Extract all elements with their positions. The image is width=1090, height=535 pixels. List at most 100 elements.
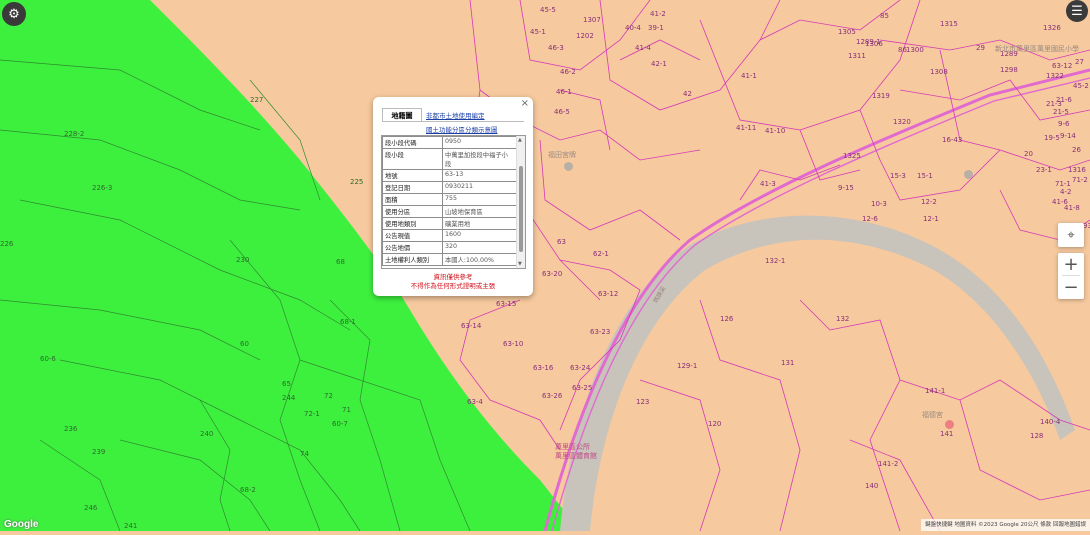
parcel-number-label: 63-16	[533, 364, 554, 372]
parcel-number-label: 1300	[906, 46, 924, 54]
parcel-number-label: 86	[898, 46, 907, 54]
info-value: 中萬里加投段中福子小段	[442, 148, 517, 170]
parcel-number-label: 68-2	[240, 486, 256, 494]
parcel-number-label: 9-15	[838, 184, 854, 192]
parcel-number-label: 12-1	[923, 215, 939, 223]
info-value: 0930211	[442, 181, 517, 194]
parcel-number-label: 45-1	[530, 28, 546, 36]
info-row: 公告現值 1600	[382, 229, 517, 242]
parcel-number-label: 1298	[1000, 66, 1018, 74]
parcel-number-label: 63-24	[570, 364, 591, 372]
parcel-number-label: 72-1	[304, 410, 320, 418]
parcel-number-label: 226-3	[92, 184, 113, 192]
place-label: 福德宮	[922, 411, 943, 419]
info-row: 段小段 中萬里加投段中福子小段	[382, 148, 517, 170]
zoom-in-button[interactable]: +	[1058, 253, 1084, 275]
parcel-number-label: 41-1	[741, 72, 757, 80]
parcel-info-popup: × 地籍圖 非都市土地使用編定 國土功能分區分類示意圖 段小段代碼 0950 段小段…	[373, 97, 533, 296]
close-icon[interactable]: ×	[521, 98, 529, 109]
map-canvas[interactable]	[0, 0, 1090, 532]
parcel-number-label: 230	[236, 256, 250, 264]
info-value: 礦業用地	[442, 217, 517, 230]
parcel-number-label: 244	[282, 394, 296, 402]
parcel-number-label: 21-6	[1056, 96, 1072, 104]
place-pin-icon	[964, 170, 973, 179]
parcel-number-label: 16-43	[942, 136, 963, 144]
info-row: 登記日期 0930211	[382, 181, 517, 194]
parcel-number-label: 1319	[872, 92, 890, 100]
parcel-number-label: 46-1	[556, 88, 572, 96]
zoom-out-button[interactable]: −	[1058, 276, 1084, 298]
parcel-number-label: 128	[1030, 432, 1044, 440]
parcel-number-label: 240	[200, 430, 214, 438]
parcel-number-label: 1315	[940, 20, 958, 28]
parcel-number-label: 246	[84, 504, 98, 512]
parcel-number-label: 132-1	[765, 257, 786, 265]
settings-button[interactable]: ⚙	[2, 2, 26, 26]
parcel-number-label: 63-12	[1052, 62, 1073, 70]
info-key: 地號	[382, 169, 443, 182]
parcel-number-label: 21-5	[1053, 108, 1069, 116]
parcel-number-label: 63	[557, 238, 566, 246]
parcel-info-table-container[interactable]: 段小段代碼 0950 段小段 中萬里加投段中福子小段 地號 63-13 登記日期 093021…	[381, 135, 526, 269]
locate-button[interactable]: ⌖	[1058, 223, 1084, 247]
table-scrollbar[interactable]: ▲ ▼	[516, 136, 525, 268]
info-key: 使用分區	[382, 205, 443, 218]
info-row: 土地權利人類別 本國人:100.00%	[382, 253, 517, 266]
parcel-number-label: 132	[836, 315, 850, 323]
parcel-number-label: 1202	[576, 32, 594, 40]
link-non-urban-land-use[interactable]: 非都市土地使用編定	[426, 110, 485, 120]
parcel-number-label: 65	[282, 380, 291, 388]
menu-button[interactable]: ☰	[1066, 0, 1088, 22]
parcel-number-label: 1289-1	[856, 38, 881, 46]
gear-icon: ⚙	[8, 6, 20, 22]
parcel-number-label: 62-1	[593, 250, 609, 258]
parcel-number-label: 60-7	[332, 420, 348, 428]
place-label: 新北市萬里區萬里國民小學	[995, 45, 1079, 53]
parcel-number-label: 129-1	[677, 362, 698, 370]
parcel-number-label: 63-12	[598, 290, 619, 298]
parcel-number-label: 46-2	[560, 68, 576, 76]
info-value: 320	[442, 241, 517, 254]
info-key: 公告現值	[382, 229, 443, 242]
info-row: 地號 63-13	[382, 169, 517, 182]
map-attribution[interactable]: 鍵盤快捷鍵 地圖資料 ©2023 Google 20公尺 條款 回報地圖錯誤	[921, 519, 1090, 531]
info-key: 面積	[382, 193, 443, 206]
scroll-down-icon[interactable]: ▼	[518, 261, 522, 267]
parcel-number-label: 1325	[843, 152, 861, 160]
parcel-number-label: 15-1	[917, 172, 933, 180]
scroll-up-icon[interactable]: ▲	[518, 137, 522, 143]
parcel-number-label: 41-8	[1064, 204, 1080, 212]
scroll-thumb[interactable]	[519, 166, 523, 252]
parcel-number-label: 63-23	[590, 328, 611, 336]
parcel-number-label: 46-5	[554, 108, 570, 116]
parcel-number-label: 225	[350, 178, 364, 186]
info-row: 段小段代碼 0950	[382, 136, 517, 149]
parcel-number-label: 46-3	[548, 44, 564, 52]
parcel-number-label: 19-5	[1044, 134, 1060, 142]
parcel-number-label: 1311	[848, 52, 866, 60]
parcel-number-label: 63-20	[542, 270, 563, 278]
parcel-map[interactable]: 227 228-2 226-3 226 230 225 68 68-1 60 60-6 236 239…	[0, 0, 1090, 532]
place-label: 萬里區體育館	[555, 452, 597, 460]
parcel-number-label: 120	[708, 420, 722, 428]
parcel-number-label: 85	[880, 12, 889, 20]
info-value: 63-13	[442, 169, 517, 182]
parcel-number-label: 41-2	[650, 10, 666, 18]
parcel-number-label: 141-1	[925, 387, 946, 395]
parcel-number-label: 42-1	[651, 60, 667, 68]
parcel-number-label: 239	[92, 448, 106, 456]
link-land-function-zone[interactable]: 國土功能分區分類示意圖	[426, 124, 498, 134]
parcel-number-label: 41-4	[635, 44, 651, 52]
parcel-number-label: 41-11	[736, 124, 757, 132]
place-pin-icon	[945, 420, 954, 429]
parcel-number-label: 141	[940, 430, 954, 438]
parcel-number-label: 126	[720, 315, 734, 323]
parcel-number-label: 74	[300, 450, 309, 458]
info-key: 公告地價	[382, 241, 443, 254]
info-value: 1600	[442, 229, 517, 242]
tab-cadastral-map[interactable]: 地籍圖	[382, 108, 422, 122]
place-pin-icon	[564, 162, 573, 171]
info-value: 755	[442, 193, 517, 206]
parcel-number-label: 227	[250, 96, 264, 104]
